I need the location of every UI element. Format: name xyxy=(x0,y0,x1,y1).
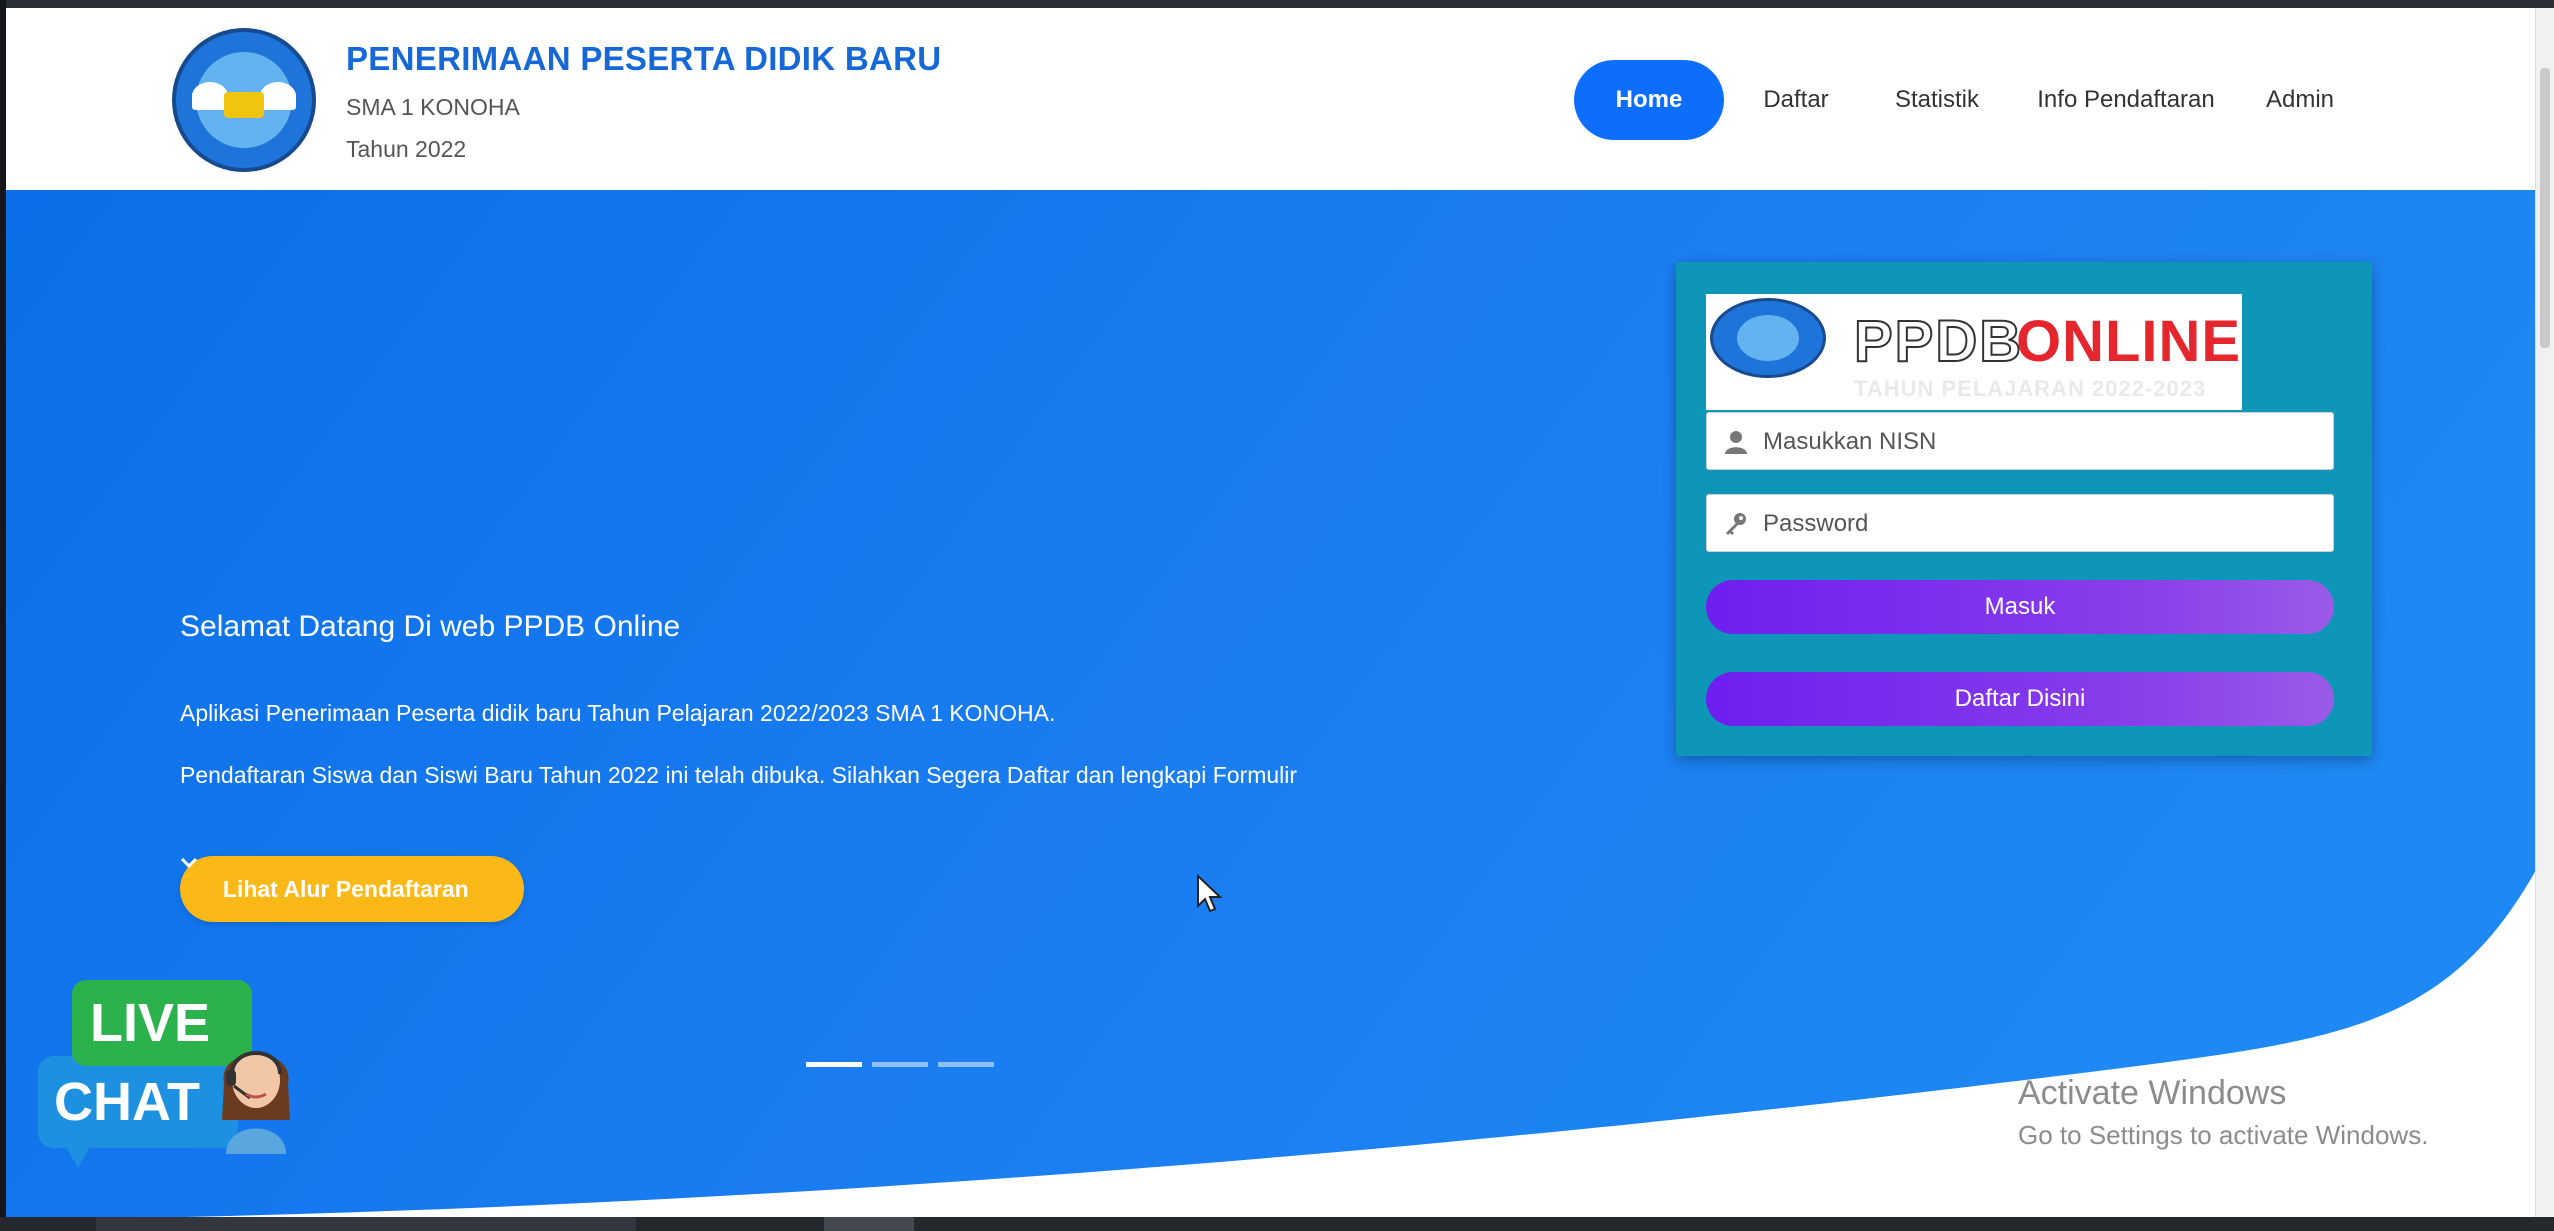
carousel-indicator-2[interactable] xyxy=(872,1062,928,1067)
nav-home[interactable]: Home xyxy=(1574,60,1724,140)
emblem-icon xyxy=(1710,298,1826,378)
site-title: PENERIMAAN PESERTA DIDIK BARU xyxy=(346,40,942,77)
user-icon xyxy=(1723,429,1749,455)
banner-subtitle: TAHUN PELAJARAN 2022-2023 xyxy=(1854,376,2207,401)
lihat-alur-button[interactable]: Lihat Alur Pendaftaran xyxy=(180,856,524,922)
banner-online: ONLINE xyxy=(2016,309,2242,374)
taskbar xyxy=(0,1217,2554,1231)
login-card: PPDB ONLINE TAHUN PELAJARAN 2022-2023 Ma… xyxy=(1676,262,2372,756)
browser-top-bar xyxy=(0,0,2554,8)
activate-windows-subtitle: Go to Settings to activate Windows. xyxy=(2018,1120,2429,1150)
nisn-input[interactable]: Masukkan NISN xyxy=(1706,412,2334,470)
activate-windows-title: Activate Windows xyxy=(2018,1074,2287,1112)
masuk-button[interactable]: Masuk xyxy=(1706,580,2334,634)
ppdb-online-banner: PPDB ONLINE TAHUN PELAJARAN 2022-2023 xyxy=(1706,294,2242,410)
nisn-placeholder: Masukkan NISN xyxy=(1763,428,1937,455)
tut-wuri-handayani-logo-icon xyxy=(172,28,316,172)
support-agent-icon xyxy=(206,1024,306,1154)
site-header: PENERIMAAN PESERTA DIDIK BARU SMA 1 KONO… xyxy=(6,8,2536,190)
nav-info-pendaftaran[interactable]: Info Pendaftaran xyxy=(2028,60,2224,140)
hero-description-2: Pendaftaran Siswa dan Siswi Baru Tahun 2… xyxy=(180,762,1298,788)
carousel-indicator-3[interactable] xyxy=(938,1062,994,1067)
daftar-disini-button[interactable]: Daftar Disini xyxy=(1706,672,2334,726)
carousel-indicator-1[interactable] xyxy=(806,1062,862,1067)
live-chat-widget[interactable]: CHAT LIVE xyxy=(38,980,308,1180)
welcome-heading: Selamat Datang Di web PPDB Online xyxy=(180,610,681,643)
nav-statistik[interactable]: Statistik xyxy=(1872,60,2002,140)
vertical-scrollbar[interactable] xyxy=(2535,8,2554,1218)
password-placeholder: Password xyxy=(1763,510,1869,537)
password-input[interactable]: Password xyxy=(1706,494,2334,552)
school-name: SMA 1 KONOHA xyxy=(346,94,520,120)
banner-ppdb: PPDB xyxy=(1853,308,2024,375)
hero-description-1: Aplikasi Penerimaan Peserta didik baru T… xyxy=(180,700,1056,726)
alur-button-label: Lihat Alur Pendaftaran xyxy=(222,876,469,902)
school-year: Tahun 2022 xyxy=(346,136,467,162)
key-icon xyxy=(1723,511,1749,537)
nav-daftar[interactable]: Daftar xyxy=(1746,60,1846,140)
nav-admin[interactable]: Admin xyxy=(2250,60,2350,140)
scrollbar-thumb[interactable] xyxy=(2540,68,2550,348)
